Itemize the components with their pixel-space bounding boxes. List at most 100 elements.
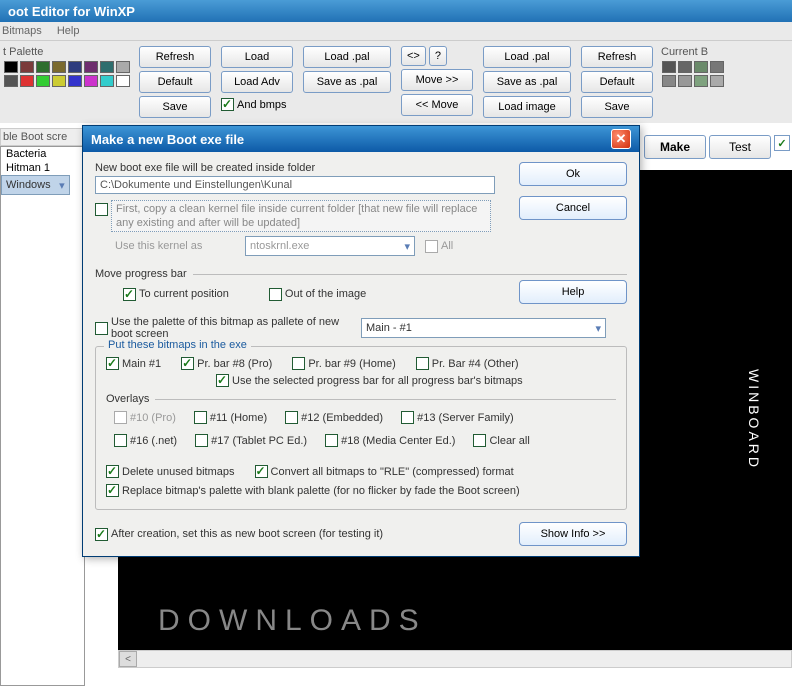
all-checkbox[interactable] (425, 240, 438, 253)
ok-button[interactable]: Ok (519, 162, 627, 186)
swatch[interactable] (52, 75, 66, 87)
bootscreen-list[interactable]: Bacteria Hitman 1 Windows (0, 146, 85, 686)
movefwd-button[interactable]: Move >> (401, 69, 473, 91)
swatch[interactable] (100, 61, 114, 73)
swatch[interactable] (4, 75, 18, 87)
swatch[interactable] (36, 75, 50, 87)
close-icon[interactable]: ✕ (611, 129, 631, 149)
cancel-button[interactable]: Cancel (519, 196, 627, 220)
list-header: ble Boot scre (0, 128, 85, 146)
make-test-bar: Make Test ✓ (644, 135, 790, 159)
del-unused-checkbox[interactable] (106, 465, 119, 478)
o18-label: #18 (Media Center Ed.) (341, 435, 455, 447)
scroll-left-button[interactable]: < (119, 651, 137, 667)
o11-checkbox[interactable] (194, 411, 207, 424)
menu-help[interactable]: Help (57, 25, 80, 37)
bitmap-select[interactable]: Main - #1 (361, 318, 606, 338)
folder-input[interactable]: C:\Dokumente und Einstellungen\Kunal (95, 176, 495, 194)
to-current-checkbox[interactable] (123, 288, 136, 301)
list-item[interactable]: Windows (1, 175, 70, 195)
andbmps-checkbox[interactable] (221, 98, 234, 111)
test-checkbox[interactable]: ✓ (774, 135, 790, 151)
saveaspal2-button[interactable]: Save as .pal (483, 71, 571, 93)
swatch[interactable] (68, 75, 82, 87)
palette-left-label: t Palette (3, 46, 131, 58)
dialog-titlebar[interactable]: Make a new Boot exe file ✕ (83, 126, 639, 152)
loadpal2-button[interactable]: Load .pal (483, 46, 571, 68)
swatch[interactable] (68, 61, 82, 73)
test-button[interactable]: Test (709, 135, 771, 159)
horizontal-scrollbar[interactable]: < (118, 650, 792, 668)
swatch[interactable] (678, 61, 692, 73)
pr8-checkbox[interactable] (181, 357, 194, 370)
o12-checkbox[interactable] (285, 411, 298, 424)
out-image-checkbox[interactable] (269, 288, 282, 301)
use-palette-checkbox[interactable] (95, 322, 108, 335)
load-button[interactable]: Load (221, 46, 293, 68)
swatch[interactable] (694, 75, 708, 87)
swatch[interactable] (662, 61, 676, 73)
moveback-button[interactable]: << Move (401, 94, 473, 116)
clearall-checkbox[interactable] (473, 434, 486, 447)
watermark-text: WINBOARD (746, 369, 762, 470)
o13-checkbox[interactable] (401, 411, 414, 424)
main1-checkbox[interactable] (106, 357, 119, 370)
default-button[interactable]: Default (139, 71, 211, 93)
swatch[interactable] (84, 75, 98, 87)
dialog-title: Make a new Boot exe file (91, 132, 244, 147)
o17-checkbox[interactable] (195, 434, 208, 447)
diamond-button[interactable]: <> (401, 46, 426, 66)
copy-kernel-checkbox[interactable] (95, 203, 108, 216)
palette-left: t Palette (3, 46, 131, 118)
folder-label: New boot exe file will be created inside… (95, 162, 511, 174)
swatch[interactable] (36, 61, 50, 73)
swatch[interactable] (52, 61, 66, 73)
o10-checkbox[interactable] (114, 411, 127, 424)
showinfo-button[interactable]: Show Info >> (519, 522, 627, 546)
swatch[interactable] (710, 75, 724, 87)
swatch[interactable] (694, 61, 708, 73)
o10-label: #10 (Pro) (130, 412, 176, 424)
list-item[interactable]: Bacteria (1, 147, 84, 161)
swatch[interactable] (4, 61, 18, 73)
swatch[interactable] (116, 75, 130, 87)
pr4-checkbox[interactable] (416, 357, 429, 370)
swatch[interactable] (662, 75, 676, 87)
default2-button[interactable]: Default (581, 71, 653, 93)
loadpal-button[interactable]: Load .pal (303, 46, 391, 68)
loadadv-button[interactable]: Load Adv (221, 71, 293, 93)
swatch[interactable] (678, 75, 692, 87)
kernel-select[interactable]: ntoskrnl.exe (245, 236, 415, 256)
swatch[interactable] (20, 75, 34, 87)
main1-label: Main #1 (122, 358, 161, 370)
dlg-help-button[interactable]: Help (519, 280, 627, 304)
move-prog-label: Move progress bar (95, 268, 187, 280)
kernel-note: First, copy a clean kernel file inside c… (111, 200, 491, 232)
loadimage-button[interactable]: Load image (483, 96, 571, 118)
app-titlebar: oot Editor for WinXP (0, 0, 792, 22)
help-button[interactable]: ? (429, 46, 447, 66)
swatch[interactable] (84, 61, 98, 73)
save-button[interactable]: Save (139, 96, 211, 118)
after-creation-checkbox[interactable] (95, 528, 108, 541)
use-selected-checkbox[interactable] (216, 374, 229, 387)
convert-rle-checkbox[interactable] (255, 465, 268, 478)
toolbar: t Palette Refresh Default Save Load (0, 41, 792, 123)
pr9-checkbox[interactable] (292, 357, 305, 370)
make-boot-exe-dialog: Make a new Boot exe file ✕ New boot exe … (82, 125, 640, 557)
menu-bitmaps[interactable]: Bitmaps (2, 25, 42, 37)
swatch[interactable] (20, 61, 34, 73)
swatch[interactable] (710, 61, 724, 73)
list-item[interactable]: Hitman 1 (1, 161, 84, 175)
swatch[interactable] (100, 75, 114, 87)
refresh2-button[interactable]: Refresh (581, 46, 653, 68)
saveaspal-button[interactable]: Save as .pal (303, 71, 391, 93)
use-palette-label: Use the palette of this bitmap as pallet… (111, 316, 361, 340)
save2-button[interactable]: Save (581, 96, 653, 118)
swatch[interactable] (116, 61, 130, 73)
o16-checkbox[interactable] (114, 434, 127, 447)
refresh-button[interactable]: Refresh (139, 46, 211, 68)
replace-pal-checkbox[interactable] (106, 484, 119, 497)
make-button[interactable]: Make (644, 135, 706, 159)
o18-checkbox[interactable] (325, 434, 338, 447)
